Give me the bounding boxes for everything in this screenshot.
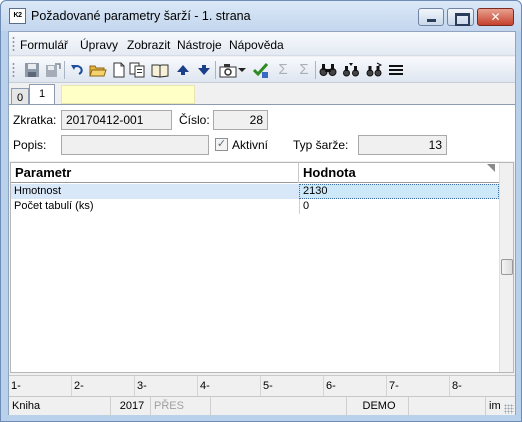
table-row[interactable]: Hmotnost 2130 [11, 184, 499, 199]
corner-marker-icon [487, 164, 495, 172]
typ-sarze-field[interactable]: 13 [358, 135, 447, 155]
close-icon: ✕ [490, 10, 501, 24]
menu-zobrazit[interactable]: Zobrazit [127, 38, 170, 52]
checkmark-icon[interactable] [252, 61, 270, 79]
app-window: K2 Požadované parametry šarží - 1. stran… [0, 0, 522, 422]
sigma-icon[interactable]: Σ [274, 61, 292, 79]
new-document-icon[interactable] [110, 61, 128, 79]
find-next-icon[interactable] [342, 61, 360, 79]
cell-parametr: Počet tabulí (ks) [14, 200, 94, 212]
cell-parametr: Hmotnost [14, 185, 62, 197]
popis-label: Popis: [13, 138, 47, 152]
fkey-8[interactable]: 8- [450, 376, 515, 396]
close-button[interactable]: ✕ [477, 8, 514, 26]
status-bar: Kniha 2017 PŘES DEMO im [9, 396, 515, 416]
header-form: Zkratka: 20170412-001 Číslo: 28 Popis: ✓… [9, 105, 515, 161]
function-key-bar: 1- 2- 3- 4- 5- 6- 7- 8- [9, 375, 515, 396]
menu-lines-icon[interactable] [387, 61, 405, 79]
resize-grip-icon[interactable] [504, 404, 514, 414]
save-icon[interactable] [23, 61, 41, 79]
column-header-parametr[interactable]: Parametr [15, 165, 71, 180]
save-as-icon[interactable] [44, 61, 62, 79]
typ-sarze-label: Typ šarže: [293, 138, 349, 152]
tab-1[interactable]: 1 [29, 84, 55, 105]
status-year: 2017 [111, 397, 151, 416]
toolbar: Σ Σ [9, 57, 515, 83]
vertical-scrollbar[interactable] [499, 163, 513, 372]
menu-formular[interactable]: Formulář [20, 38, 68, 52]
maximize-button[interactable] [447, 8, 474, 26]
arrow-up-icon[interactable] [174, 61, 192, 79]
zkratka-field[interactable]: 20170412-001 [61, 110, 172, 130]
menu-bar: Formulář Úpravy Zobrazit Nástroje Nápově… [9, 32, 515, 56]
status-module: Kniha [9, 397, 111, 416]
cislo-label: Číslo: [179, 113, 210, 127]
menu-nastroje[interactable]: Nástroje [177, 38, 222, 52]
arrow-down-icon[interactable] [195, 61, 213, 79]
cell-hodnota[interactable]: 2130 [299, 184, 499, 199]
camera-icon[interactable] [219, 61, 237, 79]
book-icon[interactable] [151, 61, 169, 79]
fkey-7[interactable]: 7- [387, 376, 450, 396]
popis-field[interactable] [61, 135, 209, 155]
app-logo-icon: K2 [9, 8, 26, 24]
grid-header: Parametr Hodnota [11, 163, 499, 183]
fkey-6[interactable]: 6- [324, 376, 387, 396]
zkratka-label: Zkratka: [13, 113, 57, 127]
menu-upravy[interactable]: Úpravy [80, 38, 118, 52]
window-title: Požadované parametry šarží - 1. strana [31, 9, 251, 23]
aktivni-checkbox[interactable]: ✓ [215, 138, 228, 151]
menu-grip-icon[interactable] [12, 36, 15, 52]
tab-strip: 0 1 [9, 83, 515, 105]
column-header-hodnota[interactable]: Hodnota [303, 165, 356, 180]
status-database: DEMO [347, 397, 409, 416]
open-folder-icon[interactable] [89, 61, 107, 79]
table-row[interactable]: Počet tabulí (ks) 0 [11, 199, 499, 214]
fkey-4[interactable]: 4- [198, 376, 261, 396]
fkey-2[interactable]: 2- [72, 376, 135, 396]
copy-icon[interactable] [129, 61, 147, 79]
client-area: Formulář Úpravy Zobrazit Nástroje Nápově… [8, 31, 516, 416]
menu-napoveda[interactable]: Nápověda [229, 38, 284, 52]
tab-0[interactable]: 0 [11, 88, 29, 105]
scrollbar-thumb[interactable] [501, 259, 513, 275]
dropdown-arrow-icon[interactable] [237, 61, 247, 79]
status-mode: PŘES [151, 397, 211, 416]
tab-empty-field [61, 85, 195, 104]
minimize-button[interactable] [418, 8, 444, 26]
sigma-filter-icon[interactable]: Σ [295, 61, 313, 79]
cell-hodnota[interactable]: 0 [299, 199, 499, 214]
cislo-field[interactable]: 28 [213, 110, 268, 130]
toolbar-grip-icon[interactable] [12, 62, 15, 78]
undo-icon[interactable] [68, 61, 86, 79]
parameters-grid: Parametr Hodnota Hmotnost 2130 Počet tab… [10, 162, 514, 373]
fkey-1[interactable]: 1- [9, 376, 72, 396]
find-options-icon[interactable] [365, 61, 383, 79]
fkey-5[interactable]: 5- [261, 376, 324, 396]
title-bar: K2 Požadované parametry šarží - 1. stran… [1, 1, 521, 31]
aktivni-label: Aktivní [232, 138, 269, 152]
find-icon[interactable] [319, 61, 337, 79]
fkey-3[interactable]: 3- [135, 376, 198, 396]
